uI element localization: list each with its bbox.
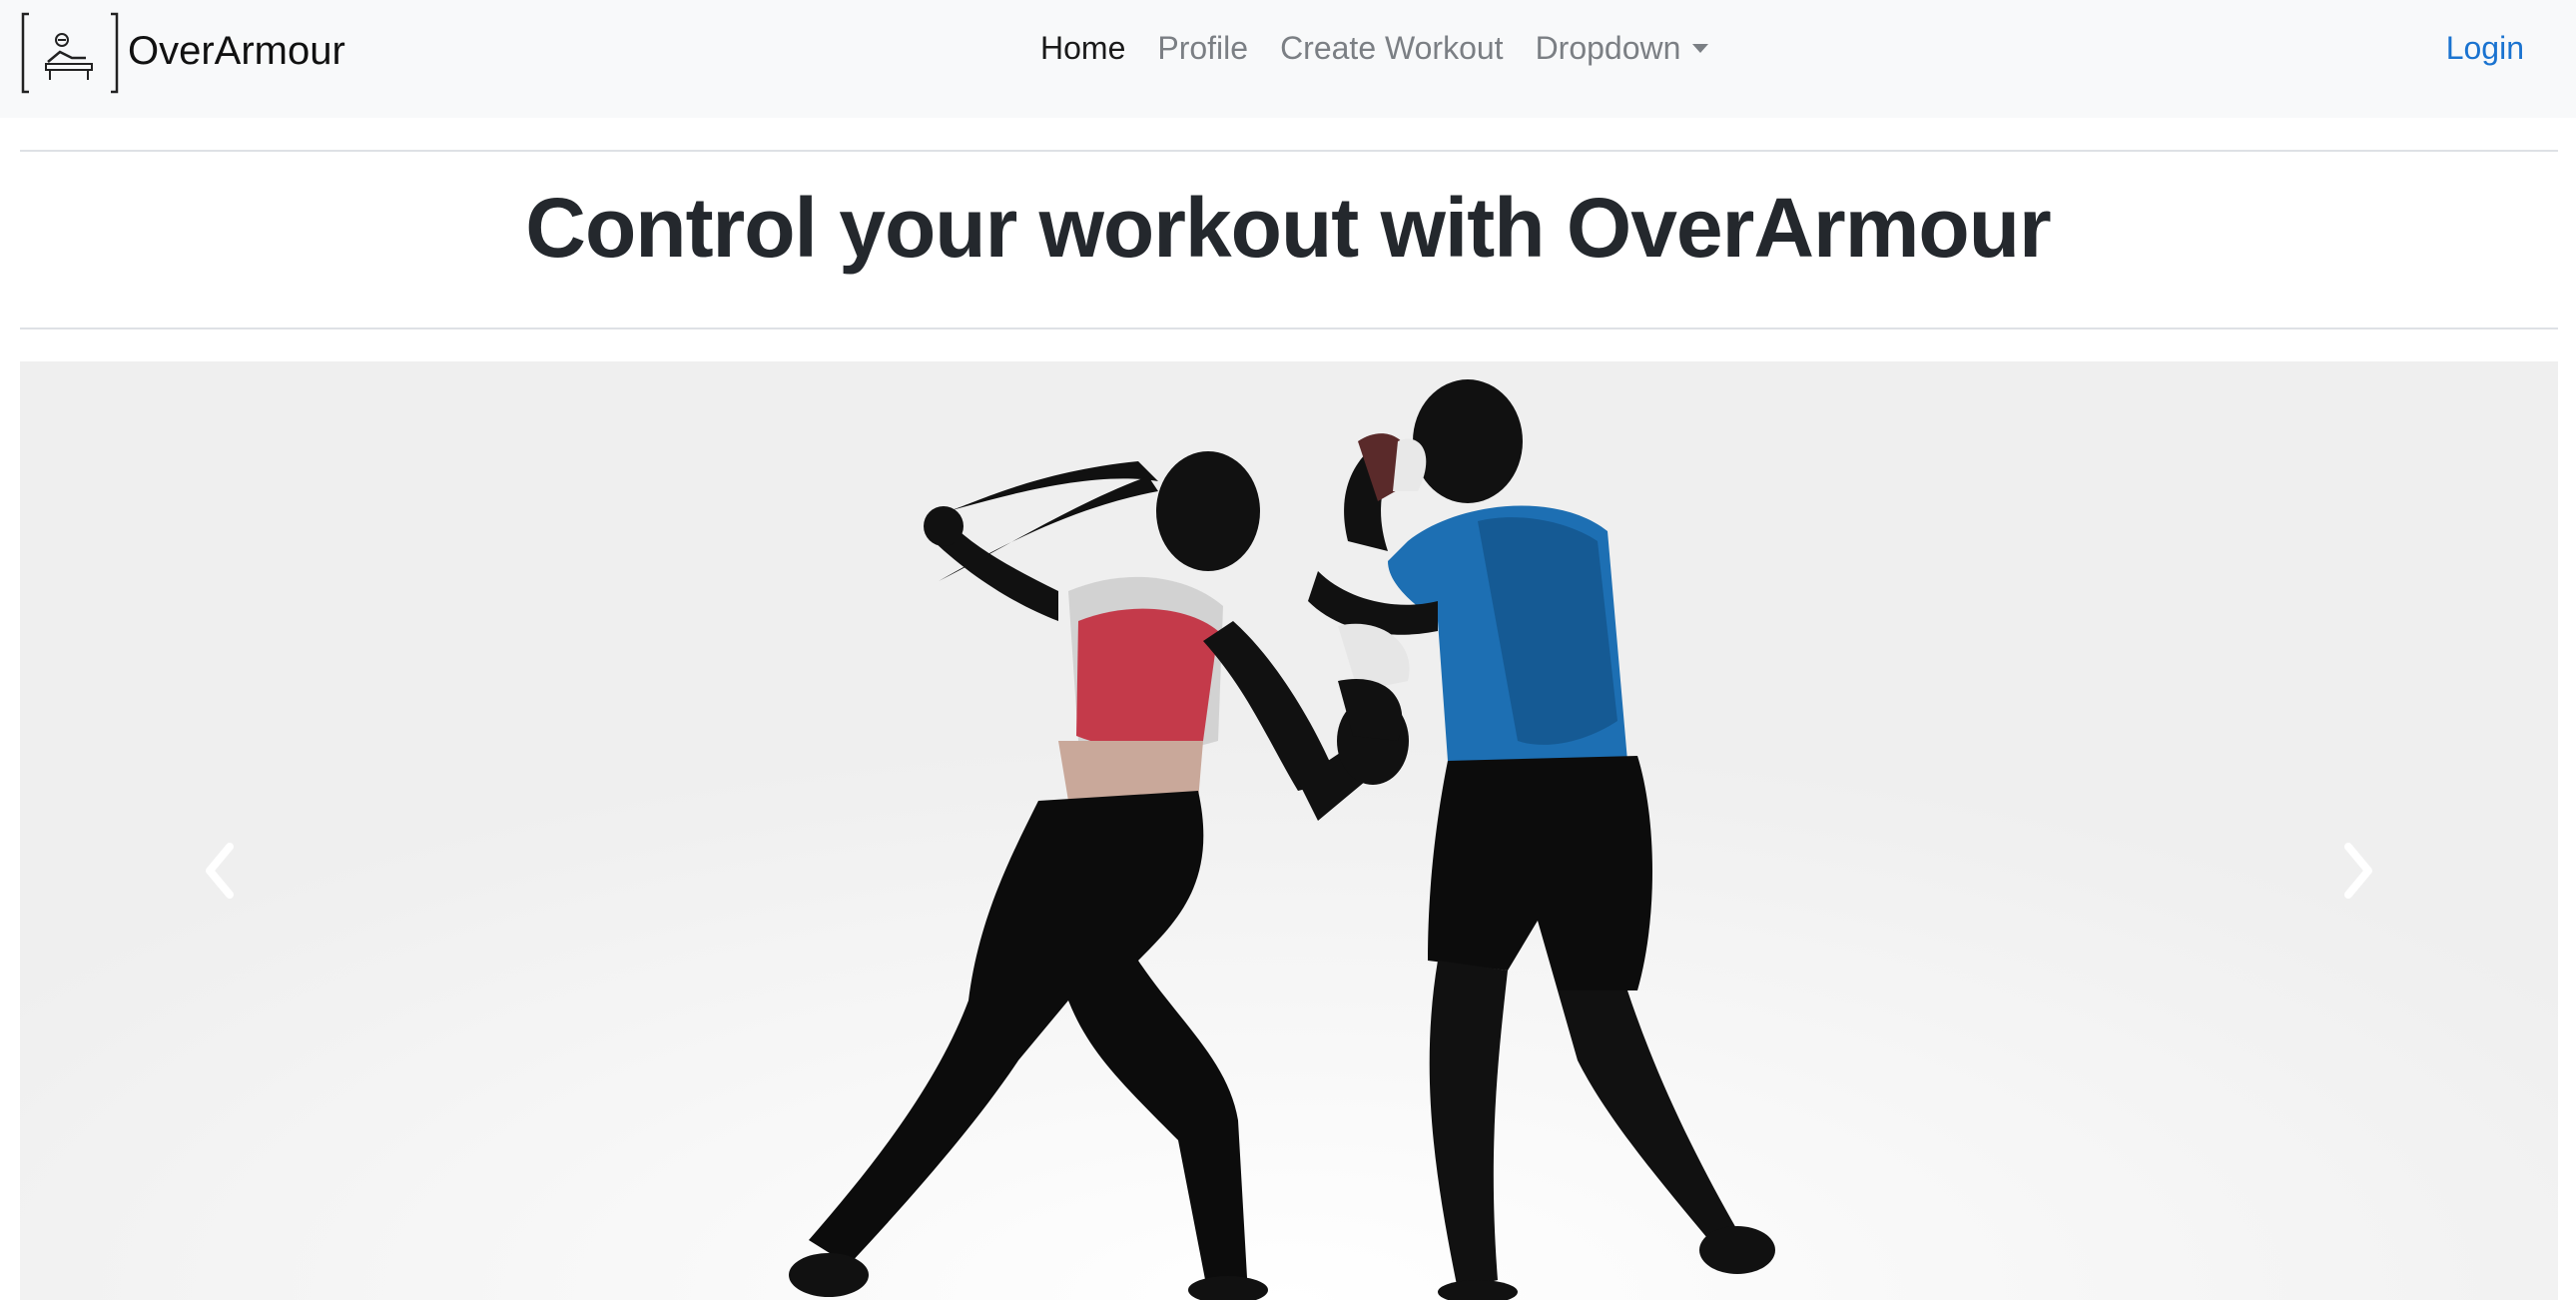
nav-home[interactable]: Home xyxy=(1040,30,1125,67)
bench-press-icon xyxy=(20,12,120,94)
chevron-left-icon xyxy=(206,843,234,899)
carousel-prev-button[interactable] xyxy=(190,831,250,911)
nav-create-workout[interactable]: Create Workout xyxy=(1280,30,1504,67)
main-nav: Home Profile Create Workout Dropdown xyxy=(1040,30,1709,67)
login-link[interactable]: Login xyxy=(2446,30,2524,67)
divider-top xyxy=(20,150,2558,152)
chevron-right-icon xyxy=(2344,843,2372,899)
page-title: Control your workout with OverArmour xyxy=(525,181,2051,275)
hero-carousel[interactable] xyxy=(20,361,2558,1300)
brand[interactable]: OverArmour xyxy=(20,12,345,94)
nav-dropdown-label: Dropdown xyxy=(1535,30,1681,66)
navbar: OverArmour Home Profile Create Workout D… xyxy=(0,0,2576,118)
carousel-next-button[interactable] xyxy=(2328,831,2388,911)
carousel-image xyxy=(20,361,2558,1300)
nav-profile[interactable]: Profile xyxy=(1157,30,1248,67)
divider-bottom xyxy=(20,327,2558,329)
caret-down-icon xyxy=(1692,44,1709,53)
brand-name: OverArmour xyxy=(128,28,345,73)
nav-dropdown[interactable]: Dropdown xyxy=(1536,30,1709,67)
